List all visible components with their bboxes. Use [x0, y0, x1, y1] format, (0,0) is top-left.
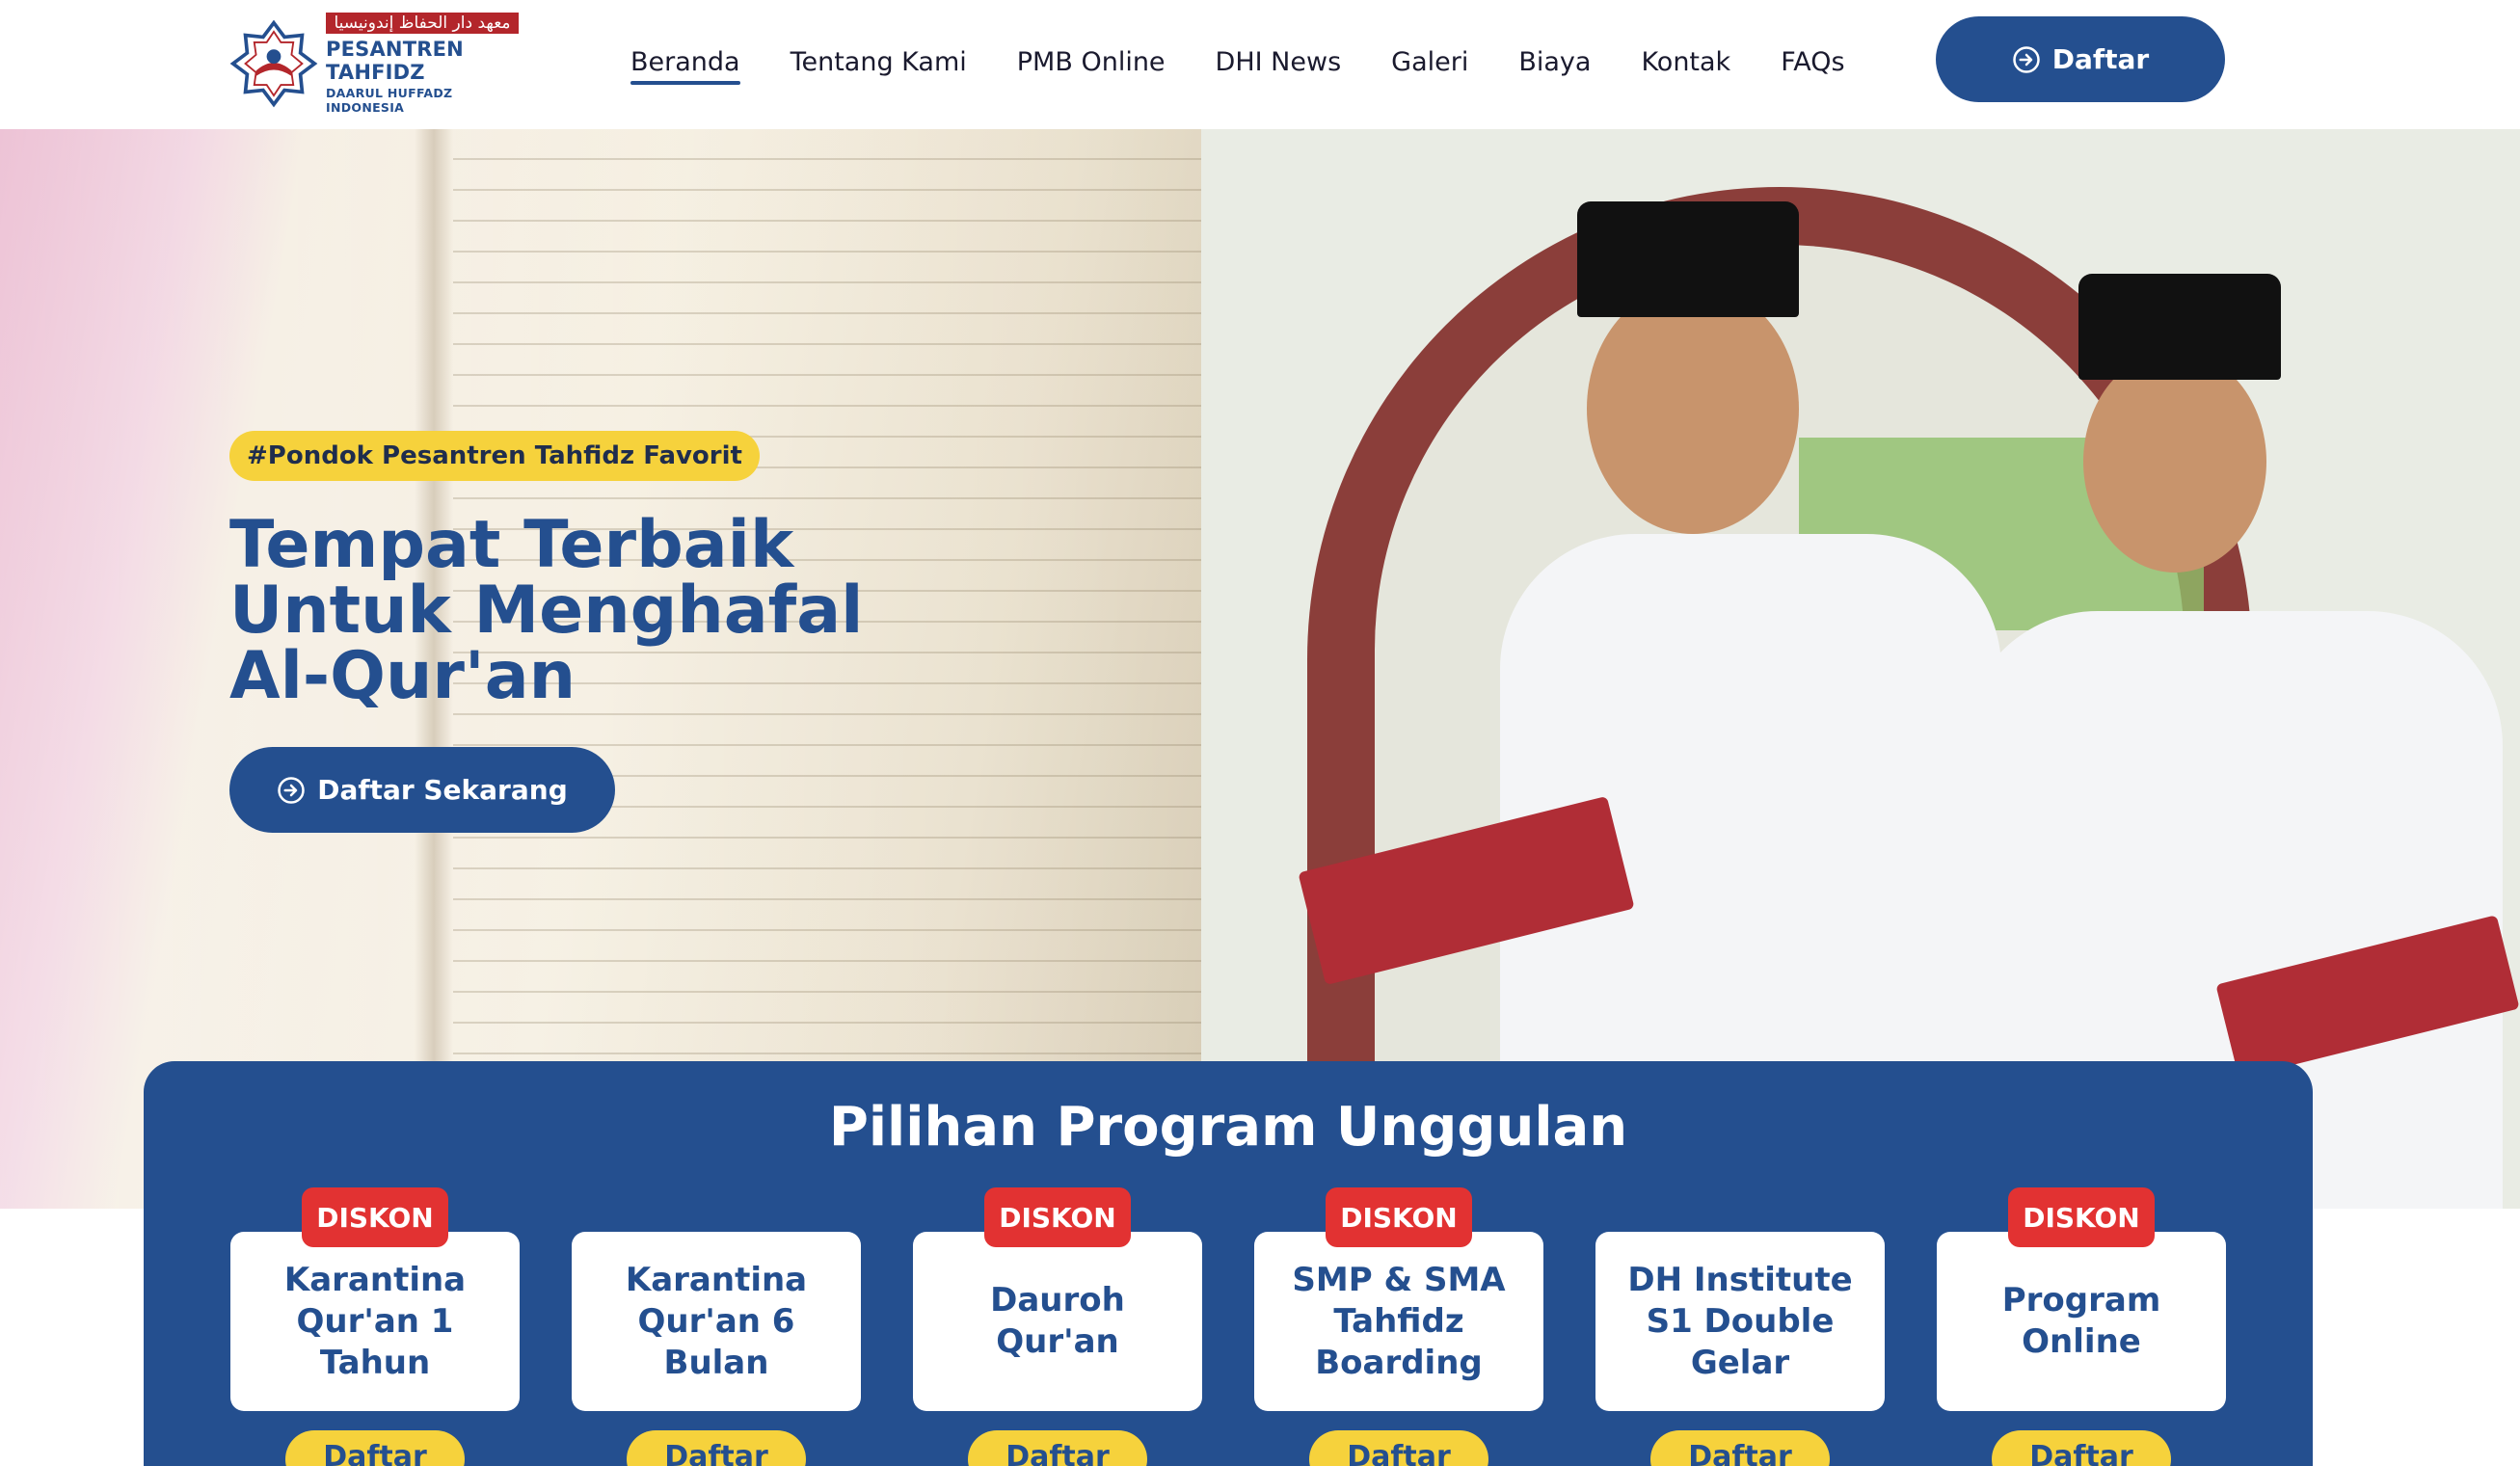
programs-title: Pilihan Program Unggulan [828, 1096, 1628, 1159]
daftar-sekarang-button[interactable]: Daftar Sekarang [229, 747, 615, 833]
hero-section: #Pondok Pesantren Tahfidz Favorit Tempat… [0, 129, 2520, 1209]
program-daftar-button[interactable]: Daftar [968, 1430, 1147, 1466]
program-title: Dauroh Qur'an [990, 1281, 1125, 1361]
nav-pmb-online[interactable]: PMB Online [1017, 47, 1166, 77]
site-logo[interactable]: معهد دار الحفاظ إندونيسيا PESANTREN TAHF… [229, 12, 528, 115]
program-title: SMP & SMA Tahfidz Boarding [1292, 1260, 1506, 1382]
hero-tag: #Pondok Pesantren Tahfidz Favorit [229, 431, 760, 481]
logo-arabic-text: معهد دار الحفاظ إندونيسيا [326, 12, 519, 34]
nav-beranda[interactable]: Beranda [630, 47, 740, 85]
program-card-program-online[interactable]: Program Online [1937, 1232, 2226, 1411]
program-card-dh-institute[interactable]: DH Institute S1 Double Gelar [1595, 1232, 1885, 1411]
program-card-karantina-6-bulan[interactable]: Karantina Qur'an 6 Bulan [572, 1232, 861, 1411]
program-panel: Pilihan Program Unggulan DISKON Karantin… [144, 1061, 2313, 1466]
discount-badge: DISKON [984, 1187, 1131, 1247]
program-title: Karantina Qur'an 6 Bulan [625, 1260, 808, 1382]
nav-kontak[interactable]: Kontak [1641, 47, 1730, 77]
nav-faqs[interactable]: FAQs [1781, 47, 1844, 77]
program-card-dauroh-quran[interactable]: Dauroh Qur'an [913, 1232, 1202, 1411]
main-nav: Beranda Tentang Kami PMB Online DHI News… [630, 42, 1895, 85]
program-title: Program Online [2001, 1281, 2161, 1361]
program-daftar-button[interactable]: Daftar [285, 1430, 465, 1466]
discount-badge: DISKON [2008, 1187, 2155, 1247]
logo-name: PESANTREN TAHFIDZ [326, 37, 464, 84]
program-card-karantina-1-tahun[interactable]: Karantina Qur'an 1 Tahun [230, 1232, 520, 1411]
nav-biaya[interactable]: Biaya [1518, 47, 1591, 77]
daftar-sekarang-label: Daftar Sekarang [317, 774, 568, 806]
discount-badge: DISKON [302, 1187, 448, 1247]
program-daftar-button[interactable]: Daftar [1650, 1430, 1830, 1466]
program-title: Karantina Qur'an 1 Tahun [283, 1260, 467, 1382]
nav-galeri[interactable]: Galeri [1391, 47, 1468, 77]
header-daftar-label: Daftar [2051, 43, 2150, 75]
hero-title-line-3: Al-Qur'an [229, 638, 576, 714]
logo-subtitle: DAARUL HUFFADZ INDONESIA [326, 85, 453, 115]
nav-tentang-kami[interactable]: Tentang Kami [791, 47, 967, 77]
program-daftar-button[interactable]: Daftar [1309, 1430, 1488, 1466]
nav-dhi-news[interactable]: DHI News [1216, 47, 1342, 77]
site-header: معهد دار الحفاظ إندونيسيا PESANTREN TAHF… [0, 0, 2520, 129]
login-arrow-icon [278, 776, 305, 804]
logo-emblem-icon [229, 19, 318, 107]
program-daftar-button[interactable]: Daftar [627, 1430, 806, 1466]
header-daftar-button[interactable]: Daftar [1936, 16, 2225, 102]
login-arrow-icon [2013, 45, 2040, 73]
program-title: DH Institute S1 Double Gelar [1627, 1260, 1853, 1382]
hero-title: Tempat Terbaik Untuk Menghafal Al-Qur'an [229, 513, 962, 709]
program-daftar-button[interactable]: Daftar [1992, 1430, 2171, 1466]
program-card-smp-sma-tahfidz[interactable]: SMP & SMA Tahfidz Boarding [1254, 1232, 1543, 1411]
discount-badge: DISKON [1326, 1187, 1472, 1247]
students-photo [1201, 129, 2520, 1209]
